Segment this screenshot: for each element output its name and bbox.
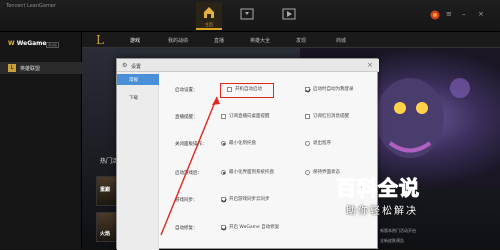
- home-label: 主页: [205, 22, 213, 27]
- home-button[interactable]: 主页: [196, 2, 222, 30]
- tab-live[interactable]: 直播: [214, 37, 224, 44]
- video-icon[interactable]: [282, 8, 296, 20]
- watermark: 百科全说 助你轻松解决: [336, 172, 476, 222]
- home-icon: [204, 7, 214, 18]
- news-item[interactable]: 新版本热门活动开启: [380, 228, 416, 234]
- tab-discover[interactable]: 发现: [296, 37, 306, 44]
- minimize-icon[interactable]: –: [462, 10, 466, 18]
- menu-icon[interactable]: ≡: [446, 10, 452, 18]
- tab-heroes[interactable]: 英雄大全: [250, 37, 270, 44]
- sidebar: W WeGame 测试版 L 英雄联盟: [0, 32, 82, 249]
- title-bar: Tencent LeanGamer 主页 ≡ – ×: [0, 0, 500, 32]
- event-thumb-label: 重巅: [100, 187, 111, 193]
- news-item[interactable]: 全新皮肤预告: [380, 238, 404, 244]
- tab-games[interactable]: 游戏: [130, 37, 140, 44]
- avatar[interactable]: [430, 10, 440, 20]
- tab-store[interactable]: 商城: [336, 37, 346, 44]
- download-icon[interactable]: [240, 8, 254, 20]
- lol-logo: L: [96, 33, 104, 47]
- wegame-logo: W WeGame: [8, 40, 47, 47]
- close-icon[interactable]: ×: [478, 10, 484, 18]
- lol-icon: L: [8, 64, 16, 72]
- event-thumb-label: 火焰: [100, 231, 111, 237]
- watermark-title: 百科全说: [336, 176, 420, 201]
- watermark-subtitle: 助你轻松解决: [346, 206, 418, 217]
- beta-badge: 测试版: [46, 42, 60, 48]
- sidebar-item-lol[interactable]: L 英雄联盟: [0, 62, 82, 74]
- game-nav: L 游戏 我的战绩 直播 英雄大全 发现 商城: [82, 32, 500, 48]
- app-name: Tencent LeanGamer: [6, 3, 56, 9]
- sidebar-item-label: 英雄联盟: [20, 66, 41, 72]
- tab-records[interactable]: 我的战绩: [168, 37, 188, 44]
